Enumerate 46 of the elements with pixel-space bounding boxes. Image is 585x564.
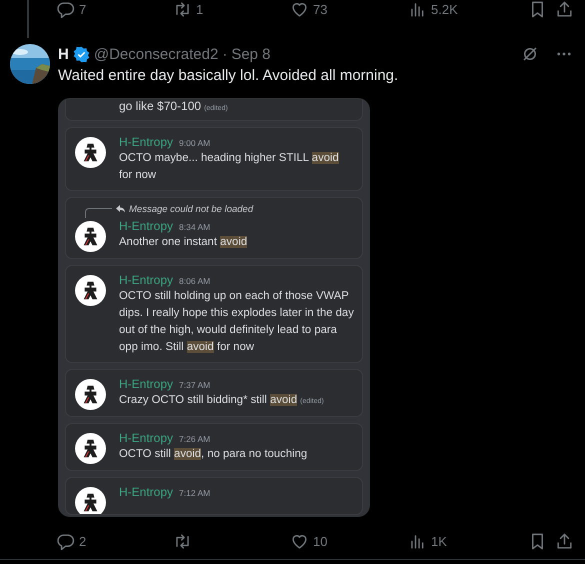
message-text: OCTO still holding up on each of those VWAP dips. I really hope this explodes later in the day out of the high, would definitely lead to para opp imo. Still avoid for now — [119, 289, 354, 355]
action-count: 7 — [79, 2, 86, 17]
message-time: 9:00 AM — [179, 138, 210, 148]
avatar-icon — [75, 221, 106, 252]
reply-icon[interactable] — [56, 0, 75, 19]
post-date[interactable]: Sep 8 — [231, 46, 271, 62]
reply-connector — [85, 208, 112, 218]
slashed-circle-icon[interactable] — [521, 45, 539, 63]
author-name: H-Entropy — [119, 134, 174, 150]
message-time: 7:26 AM — [179, 434, 210, 444]
repost-icon[interactable] — [173, 0, 192, 19]
avatar-icon — [75, 275, 106, 306]
repost-icon[interactable] — [173, 532, 192, 550]
author-name: H-Entropy — [119, 484, 174, 500]
display-name[interactable]: H — [58, 46, 69, 62]
avatar-icon — [75, 137, 106, 168]
reply-notice: Message could not be loaded — [129, 204, 254, 214]
author-name: H-Entropy — [119, 430, 174, 446]
share-icon[interactable] — [555, 0, 574, 19]
share-icon[interactable] — [555, 532, 574, 550]
action-count: 2 — [79, 534, 86, 548]
separator: · — [222, 46, 228, 62]
message-time: 8:34 AM — [179, 222, 210, 232]
reply-arrow-icon — [116, 205, 125, 213]
thread-line — [27, 0, 29, 38]
message-text: Another one instant avoid — [119, 235, 248, 250]
avatar-icon — [75, 487, 106, 514]
post-text: Waited entire day basically lol. Avoided all morning. — [58, 66, 400, 86]
avatar-icon — [75, 379, 106, 410]
avatar-icon — [75, 433, 106, 464]
author-name: H-Entropy — [119, 272, 174, 288]
message-text: OCTO still avoid, no para no touching — [119, 447, 308, 462]
action-count: 10 — [313, 534, 328, 548]
message-time: 8:06 AM — [179, 276, 210, 286]
message-time: 7:37 AM — [179, 380, 210, 390]
message-text: OCTO maybe... heading higher STILL avoid for now — [119, 151, 340, 183]
action-count: 1K — [431, 534, 447, 548]
user-handle[interactable]: @Deconsecrated2 — [94, 46, 218, 62]
action-count: 5.2K — [431, 2, 458, 17]
author-name: H-Entropy — [119, 376, 174, 392]
action-count: 1 — [196, 2, 204, 17]
message-time: 7:12 AM — [179, 488, 210, 498]
author-name: H-Entropy — [119, 218, 174, 234]
heart-icon[interactable] — [290, 0, 309, 19]
action-count: 73 — [313, 2, 328, 17]
reply-icon[interactable] — [56, 532, 75, 550]
